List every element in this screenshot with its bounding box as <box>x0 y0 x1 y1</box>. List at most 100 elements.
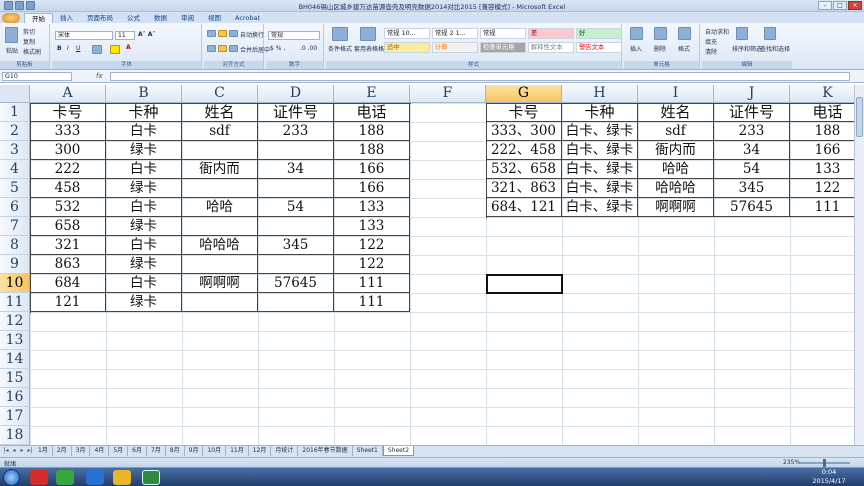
select-all-corner[interactable] <box>0 85 30 103</box>
data-cell[interactable]: 哈哈 <box>638 160 714 179</box>
name-box[interactable]: G10 <box>2 72 72 81</box>
border-icon[interactable] <box>92 45 102 54</box>
header-cell[interactable]: 电话 <box>790 103 864 122</box>
data-cell[interactable]: 345 <box>258 236 334 255</box>
data-cell[interactable]: 54 <box>714 160 790 179</box>
conditional-format-button[interactable]: 条件格式 <box>328 44 352 53</box>
header-cell[interactable]: 证件号 <box>258 103 334 122</box>
data-cell[interactable]: 333、300 <box>486 122 562 141</box>
align-top-icon[interactable] <box>207 30 216 37</box>
cell-style-2[interactable]: 常规 <box>480 28 526 39</box>
column-header-d[interactable]: D <box>258 85 334 103</box>
data-cell[interactable] <box>182 217 258 236</box>
sheet-tab-0[interactable]: 1月 <box>34 446 53 456</box>
wrap-text-button[interactable]: 自动换行 <box>240 30 264 39</box>
tab-2[interactable]: 页面布局 <box>80 13 120 23</box>
header-cell[interactable]: 电话 <box>334 103 410 122</box>
clear-button[interactable]: 清除 <box>705 47 717 56</box>
format-painter-button[interactable]: 格式刷 <box>23 47 41 56</box>
data-cell[interactable]: 133 <box>790 160 864 179</box>
fill-button[interactable]: 填充 <box>705 37 717 46</box>
header-cell[interactable]: 姓名 <box>182 103 258 122</box>
align-right-icon[interactable] <box>229 45 238 52</box>
data-cell[interactable]: sdf <box>182 122 258 141</box>
cell-style-4[interactable]: 好 <box>576 28 622 39</box>
sort-filter-icon[interactable] <box>736 27 748 40</box>
cell-style-8[interactable]: 解释性文本 <box>528 42 574 53</box>
row-header-18[interactable]: 18 <box>0 426 30 445</box>
grow-font-icon[interactable]: A˄ A˅ <box>138 31 155 38</box>
cell-style-6[interactable]: 计算 <box>432 42 478 53</box>
cell-style-5[interactable]: 适中 <box>384 42 430 53</box>
cell-style-1[interactable]: 常规 2 1... <box>432 28 478 39</box>
data-cell[interactable]: 绿卡 <box>106 217 182 236</box>
office-button[interactable] <box>2 13 20 23</box>
column-header-i[interactable]: I <box>638 85 714 103</box>
data-cell[interactable]: 白卡、绿卡 <box>562 141 638 160</box>
data-cell[interactable]: 白卡、绿卡 <box>562 122 638 141</box>
row-header-3[interactable]: 3 <box>0 141 30 160</box>
data-cell[interactable]: 哈哈哈 <box>182 236 258 255</box>
column-header-j[interactable]: J <box>714 85 790 103</box>
column-header-b[interactable]: B <box>106 85 182 103</box>
conditional-format-icon[interactable] <box>332 27 348 41</box>
fx-icon[interactable]: fx <box>96 72 103 80</box>
header-cell[interactable]: 卡号 <box>486 103 562 122</box>
paste-icon[interactable] <box>5 27 18 43</box>
data-cell[interactable]: 345 <box>714 179 790 198</box>
sheet-tab-14[interactable]: Sheet1 <box>353 446 383 456</box>
data-cell[interactable]: 122 <box>790 179 864 198</box>
sort-filter-button[interactable]: 排序和筛选 <box>732 44 762 53</box>
row-header-6[interactable]: 6 <box>0 198 30 217</box>
data-cell[interactable]: 白卡、绿卡 <box>562 179 638 198</box>
italic-button[interactable]: I <box>67 45 69 52</box>
data-cell[interactable]: 658 <box>30 217 106 236</box>
row-header-12[interactable]: 12 <box>0 312 30 331</box>
row-header-5[interactable]: 5 <box>0 179 30 198</box>
column-header-f[interactable]: F <box>410 85 486 103</box>
cell-style-3[interactable]: 差 <box>528 28 574 39</box>
prev-sheet-icon[interactable]: ◂ <box>10 446 18 455</box>
autosum-button[interactable]: 自动求和 <box>705 27 729 36</box>
data-cell[interactable]: 122 <box>334 236 410 255</box>
header-cell[interactable]: 卡种 <box>106 103 182 122</box>
data-cell[interactable]: 绿卡 <box>106 141 182 160</box>
row-header-8[interactable]: 8 <box>0 236 30 255</box>
delete-cells-icon[interactable] <box>654 27 667 40</box>
column-header-h[interactable]: H <box>562 85 638 103</box>
data-cell[interactable]: 白卡 <box>106 198 182 217</box>
sheet-tab-7[interactable]: 8月 <box>166 446 185 456</box>
insert-cells-button[interactable]: 插入 <box>630 44 642 53</box>
data-cell[interactable]: 684 <box>30 274 106 293</box>
excel-taskbar-icon[interactable] <box>142 470 160 485</box>
taskbar-app-icon[interactable] <box>113 470 131 485</box>
data-cell[interactable]: 哈哈 <box>182 198 258 217</box>
row-header-16[interactable]: 16 <box>0 388 30 407</box>
data-cell[interactable]: 188 <box>334 141 410 160</box>
sheet-tab-1[interactable]: 2月 <box>53 446 72 456</box>
sheet-tab-2[interactable]: 3月 <box>72 446 91 456</box>
header-cell[interactable]: 卡种 <box>562 103 638 122</box>
scroll-thumb[interactable] <box>856 97 863 137</box>
data-cell[interactable]: 111 <box>334 274 410 293</box>
decimal-icon[interactable]: .0 .00 <box>300 45 317 52</box>
sheet-tab-13[interactable]: 2016年春节数据 <box>298 446 353 456</box>
data-cell[interactable]: 111 <box>790 198 864 217</box>
tab-6[interactable]: 视图 <box>201 13 228 23</box>
percent-icon[interactable]: $ % , <box>270 45 285 52</box>
tab-4[interactable]: 数据 <box>147 13 174 23</box>
sheet-tab-4[interactable]: 5月 <box>109 446 129 456</box>
format-cells-icon[interactable] <box>678 27 691 40</box>
data-cell[interactable]: 133 <box>334 198 410 217</box>
fill-color-icon[interactable] <box>110 45 120 54</box>
header-cell[interactable]: 证件号 <box>714 103 790 122</box>
tab-1[interactable]: 插入 <box>53 13 80 23</box>
vertical-scrollbar[interactable] <box>854 85 864 445</box>
data-cell[interactable]: 白卡 <box>106 274 182 293</box>
data-cell[interactable]: 458 <box>30 179 106 198</box>
data-cell[interactable] <box>258 141 334 160</box>
taskbar-app-icon[interactable] <box>86 470 104 485</box>
data-cell[interactable] <box>258 255 334 274</box>
data-cell[interactable]: 衙内而 <box>182 160 258 179</box>
data-cell[interactable]: 166 <box>334 160 410 179</box>
